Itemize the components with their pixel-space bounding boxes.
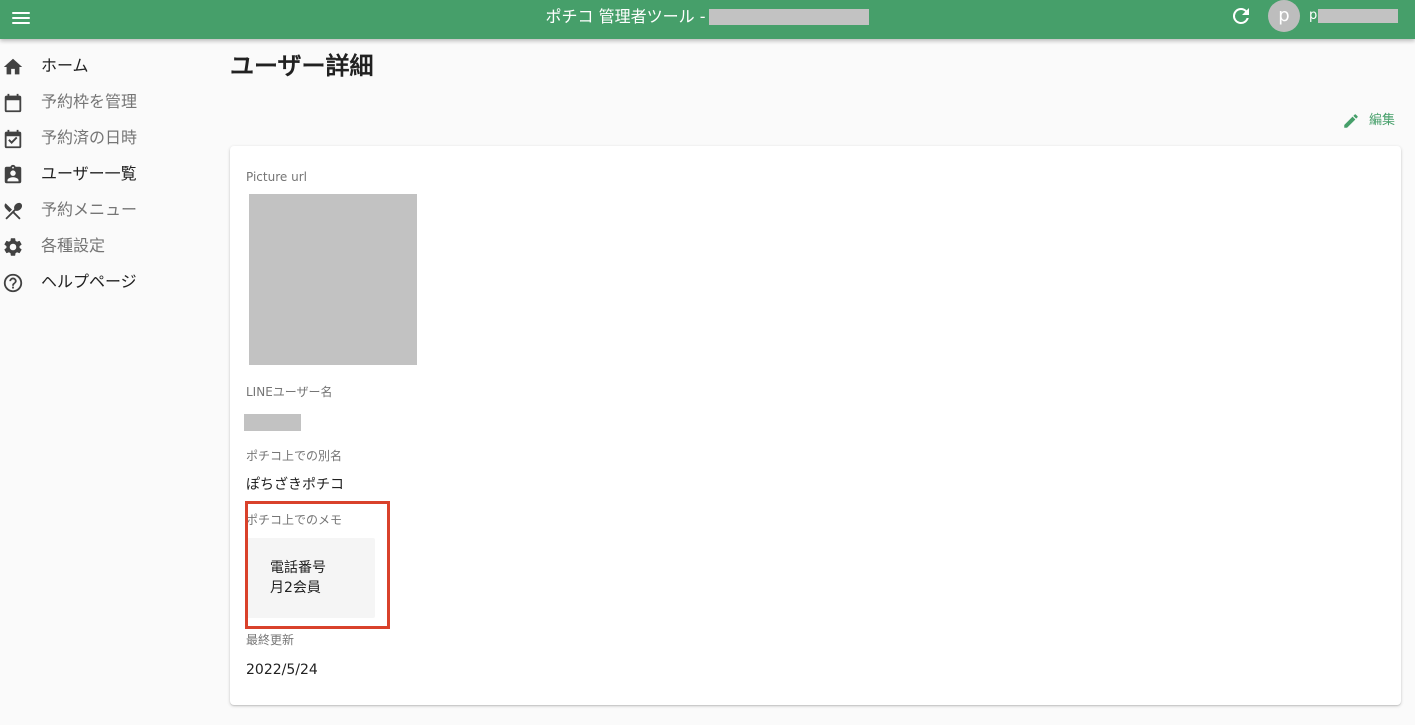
sidebar-item-manage-slots[interactable]: 予約枠を管理 [0,84,210,120]
line-name-label: LINEユーザー名 [246,385,333,399]
sidebar-item-label: 予約枠を管理 [41,92,138,111]
memo-label: ポチコ上でのメモ [246,513,343,527]
updated-label: 最終更新 [246,633,295,647]
sidebar-item-label: 予約メニュー [41,200,138,219]
profile-picture [249,194,417,365]
edit-button-label: 編集 [1369,113,1396,128]
page-title: ユーザー詳細 [230,52,374,80]
refresh-icon[interactable] [1229,4,1253,28]
redacted-line-name [244,414,301,431]
memo-line: 月2会員 [270,580,321,596]
silverware-icon [2,200,24,222]
sidebar-item-menu[interactable]: 予約メニュー [0,192,210,228]
alias-value: ぽちざきポチコ [246,477,344,493]
redacted-user-name [1318,9,1399,23]
memo-value: 電話番号 月2会員 [246,538,375,618]
sidebar: ホーム 予約枠を管理 予約済の日時 ユーザー一覧 予約メニュー 各種設定 ヘルプ… [0,39,210,725]
picture-url-label: Picture url [246,170,307,184]
gear-icon [2,236,24,258]
user-name-text: p [1309,8,1318,23]
alias-label: ポチコ上での別名 [246,449,343,463]
avatar[interactable]: p [1268,0,1300,32]
app-title-text: ポチコ 管理者ツール - [545,7,706,26]
home-icon [2,56,24,78]
sidebar-item-users[interactable]: ユーザー一覧 [0,156,210,192]
app-bar: ポチコ 管理者ツール - p p [0,0,1415,39]
help-circle-icon [2,272,24,294]
sidebar-item-label: ヘルプページ [41,272,137,291]
sidebar-item-booked[interactable]: 予約済の日時 [0,120,210,156]
account-box-icon [2,164,24,186]
sidebar-item-label: ユーザー一覧 [41,164,137,183]
memo-line: 電話番号 [270,560,326,576]
calendar-icon [2,92,24,114]
updated-value: 2022/5/24 [246,662,318,678]
sidebar-item-label: 各種設定 [41,236,106,255]
sidebar-item-label: 予約済の日時 [41,128,138,147]
sidebar-item-label: ホーム [41,56,89,75]
redacted-shop-name [709,8,870,25]
pencil-icon [1342,112,1360,130]
app-title: ポチコ 管理者ツール - [0,0,1415,31]
sidebar-item-settings[interactable]: 各種設定 [0,228,210,264]
sidebar-item-home[interactable]: ホーム [0,48,210,84]
user-name[interactable]: p [1309,8,1399,24]
user-detail-card: Picture url LINEユーザー名 ポチコ上での別名 ぽちざきポチコ ポ… [230,146,1401,705]
calendar-check-icon [2,128,24,150]
sidebar-item-help[interactable]: ヘルプページ [0,264,210,300]
